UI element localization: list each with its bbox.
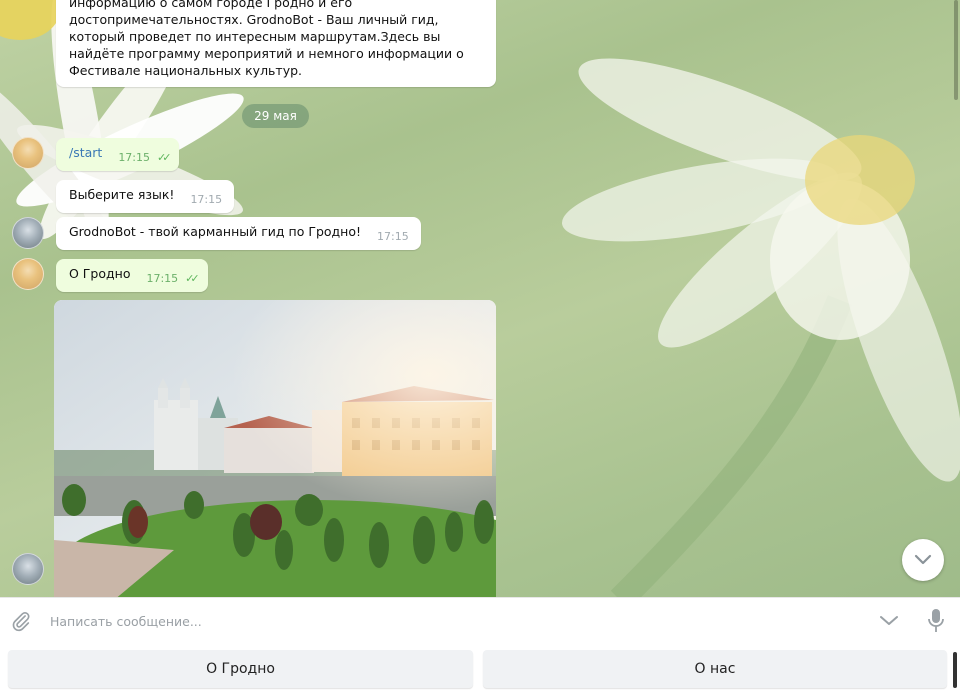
intro-line: найдёте программу мероприятий и немного … bbox=[69, 46, 464, 61]
date-separator: 29 мая bbox=[242, 104, 309, 128]
message-incoming: Выберите язык! 17:15 bbox=[56, 180, 235, 213]
user-avatar[interactable] bbox=[12, 258, 44, 290]
keyboard-button-o-grodno[interactable]: О Гродно bbox=[8, 650, 473, 688]
message-outgoing: /start 17:15 ✓✓ bbox=[56, 138, 180, 171]
chat-scrollbar[interactable] bbox=[952, 0, 960, 597]
user-avatar[interactable] bbox=[12, 137, 44, 169]
photo-message[interactable] bbox=[54, 300, 496, 597]
message-time: 17:15 bbox=[377, 230, 409, 243]
message-text: GrodnoBot - твой карманный гид по Гродно… bbox=[69, 224, 362, 239]
chat-history[interactable]: информацию о самом городе Гродно и его д… bbox=[0, 0, 960, 597]
intro-line: Фестивале национальных культур. bbox=[69, 63, 303, 78]
chat-scrollbar-thumb[interactable] bbox=[954, 0, 958, 100]
message-outgoing: О Гродно 17:15 ✓✓ bbox=[56, 259, 208, 292]
intro-line: достопримечательностях. GrodnoBot - Ваш … bbox=[69, 12, 439, 27]
keyboard-button-o-nas[interactable]: О нас bbox=[483, 650, 947, 688]
message-time: 17:15 bbox=[146, 272, 179, 285]
keyboard-scrollbar[interactable] bbox=[953, 652, 957, 688]
scroll-to-bottom-button[interactable] bbox=[902, 539, 944, 581]
chevron-down-icon bbox=[914, 554, 932, 565]
message-time: 17:15 bbox=[190, 193, 223, 206]
message-incoming: GrodnoBot - твой карманный гид по Гродно… bbox=[56, 217, 421, 250]
intro-line: информацию о самом городе Гродно и его bbox=[69, 0, 353, 10]
message-text: /start bbox=[69, 145, 103, 160]
wallpaper-daisy-right bbox=[500, 40, 960, 597]
message-text: О Гродно bbox=[69, 266, 131, 281]
bot-avatar[interactable] bbox=[12, 217, 44, 249]
microphone-icon[interactable] bbox=[926, 608, 946, 634]
bot-keyboard: О Гродно О нас bbox=[0, 643, 960, 695]
grodno-city-photo[interactable] bbox=[54, 300, 496, 597]
message-time: 17:15 bbox=[118, 151, 151, 164]
read-check-icon: ✓✓ bbox=[157, 151, 172, 164]
paperclip-icon[interactable] bbox=[10, 610, 32, 632]
bot-avatar[interactable] bbox=[12, 553, 44, 585]
chevron-down-icon[interactable] bbox=[878, 611, 900, 631]
read-check-icon: ✓✓ bbox=[185, 272, 200, 285]
message-input[interactable] bbox=[50, 608, 860, 634]
message-text: Выберите язык! bbox=[69, 187, 175, 202]
intro-line: который проведет по интересным маршрутам… bbox=[69, 29, 441, 44]
intro-message: информацию о самом городе Гродно и его д… bbox=[56, 0, 496, 87]
message-composer bbox=[0, 597, 960, 643]
